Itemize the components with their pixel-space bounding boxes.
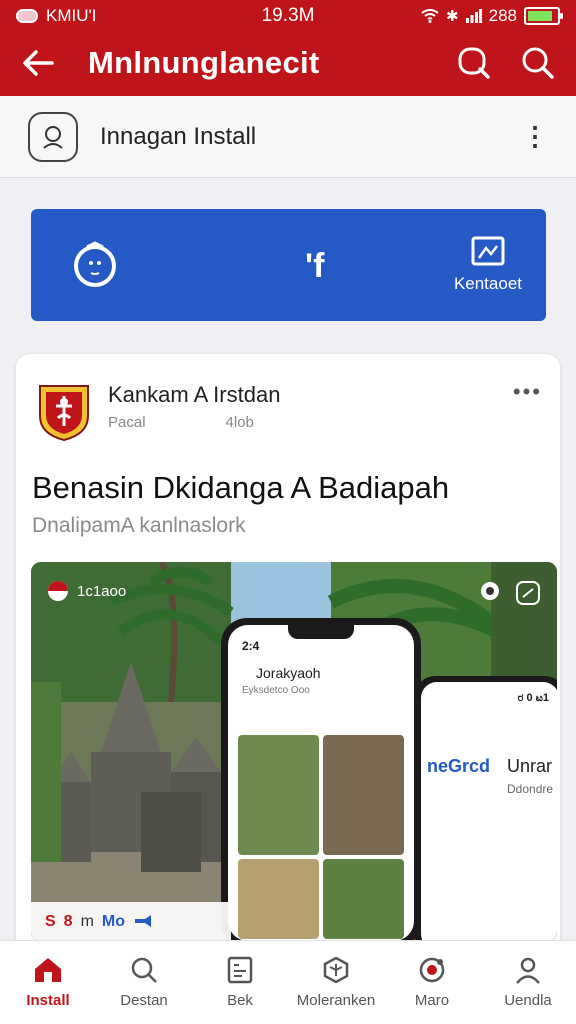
face-icon	[74, 241, 116, 287]
nav-maro-label: Marо	[414, 992, 450, 1009]
link-icon[interactable]	[515, 580, 541, 606]
nav-bek-label: Bek	[227, 992, 253, 1009]
battery-percent: 288	[488, 6, 517, 25]
nav-bek[interactable]: Bek	[192, 941, 288, 1024]
nav-moleranken[interactable]: Moleranken	[288, 941, 384, 1024]
dot-icon	[481, 582, 499, 600]
share-icon[interactable]	[133, 913, 153, 931]
banner-action[interactable]: Kentaoet	[454, 236, 522, 294]
phone2-label-left: neGrcd	[427, 756, 491, 776]
emblem-logo	[39, 385, 89, 442]
post-photo[interactable]: 1c1aoo 2:4 Jorakyaoh Eyksdetco Ooo ರ 0 ಟ…	[31, 562, 557, 942]
post-meta-right: 4lob	[225, 414, 254, 431]
battery-fill	[528, 11, 552, 21]
search-icon	[522, 47, 554, 79]
caption-8: 8	[63, 913, 73, 930]
nav-install[interactable]: Install	[0, 941, 96, 1024]
post-headline: Benasin Dkidanga A Badiapah	[32, 470, 450, 505]
caption-mo: Mo	[101, 913, 126, 930]
image-icon	[471, 236, 505, 266]
phone-mockup: 2:4 Jorakyaoh Eyksdetco Ooo	[221, 618, 421, 942]
phone-mockup-secondary: ರ 0 ಟ1 neGrcd Unrar Ddondre	[415, 676, 557, 942]
nav-moleranken-label: Moleranken	[296, 992, 376, 1009]
post-menu-button[interactable]: •••	[513, 381, 542, 446]
phone2-label-sub: Ddondre	[507, 782, 554, 796]
author-name[interactable]: Kankam A Irstdan	[108, 382, 280, 408]
facebook-logo: 'f	[305, 247, 325, 285]
bluetooth-icon: ✱	[446, 8, 459, 25]
post-card: Kankam A Irstdan Pacal 4lob ••• Benasin …	[16, 354, 560, 954]
phone2-label-right: Unrar	[507, 756, 553, 776]
home-icon	[35, 958, 61, 982]
location-tag: 1c1aoo	[47, 580, 126, 602]
flag-icon	[48, 581, 68, 601]
phone-subtitle: Eyksdetco Ooo	[242, 685, 310, 696]
carrier-label: KMIU'I	[46, 6, 97, 25]
phone-time: 2:4	[242, 639, 260, 653]
post-header: Kankam A Irstdan Pacal 4lob •••	[34, 381, 542, 446]
cube-icon	[323, 956, 349, 984]
notification-icon	[16, 9, 38, 23]
phone-photo-grid	[238, 735, 404, 941]
document-icon	[227, 956, 253, 984]
post-subhead: DnalipamA kanlnaslork	[32, 514, 246, 537]
top-bar: KMIU'I 19.3M ✱ 288 Mnlnunglanecit	[0, 0, 576, 96]
post-meta-left: Pacal	[108, 414, 146, 431]
promo-banner[interactable]: 'f Kentaoet	[31, 209, 546, 321]
location-label: 1c1aoo	[77, 582, 127, 600]
nav-install-label: Install	[26, 992, 70, 1009]
search-icon	[458, 47, 490, 79]
signal-icon	[465, 9, 482, 23]
bottom-nav: Install Destan Bek Moleranken Marо Uendl…	[0, 940, 576, 1024]
nav-uendla[interactable]: Uendla	[480, 941, 576, 1024]
banner-action-label: Kentaoet	[453, 274, 522, 293]
phone2-page: ರ 0 ಟ1	[517, 692, 549, 704]
nav-maro[interactable]: Marо	[384, 941, 480, 1024]
search-button-primary[interactable]	[456, 45, 492, 81]
nav-destan[interactable]: Destan	[96, 941, 192, 1024]
search-icon	[131, 957, 157, 983]
nav-uendla-label: Uendla	[504, 992, 552, 1009]
person-icon	[516, 957, 540, 984]
install-row[interactable]: Innagan Install ⋮	[0, 96, 576, 178]
arrow-left-icon	[23, 50, 54, 76]
battery-icon	[524, 7, 563, 25]
more-options-button[interactable]: ⋮	[522, 121, 548, 152]
caption-m: m	[80, 913, 94, 930]
caption-s: S	[45, 913, 56, 930]
photo-caption-bar: S 8 m Mo	[31, 902, 231, 942]
install-label: Innagan Install	[100, 122, 257, 150]
lens-icon	[28, 111, 78, 162]
page-title: Mnlnunglanecit	[88, 45, 320, 80]
search-button[interactable]	[520, 45, 556, 81]
back-button[interactable]	[20, 45, 56, 81]
status-bar: KMIU'I 19.3M ✱ 288	[0, 0, 576, 32]
nav-destan-label: Destan	[120, 992, 168, 1009]
phone-title: Jorakyaoh	[256, 665, 321, 681]
app-bar: Mnlnunglanecit	[0, 34, 576, 92]
camera-icon	[419, 957, 445, 983]
wifi-icon	[421, 9, 439, 23]
